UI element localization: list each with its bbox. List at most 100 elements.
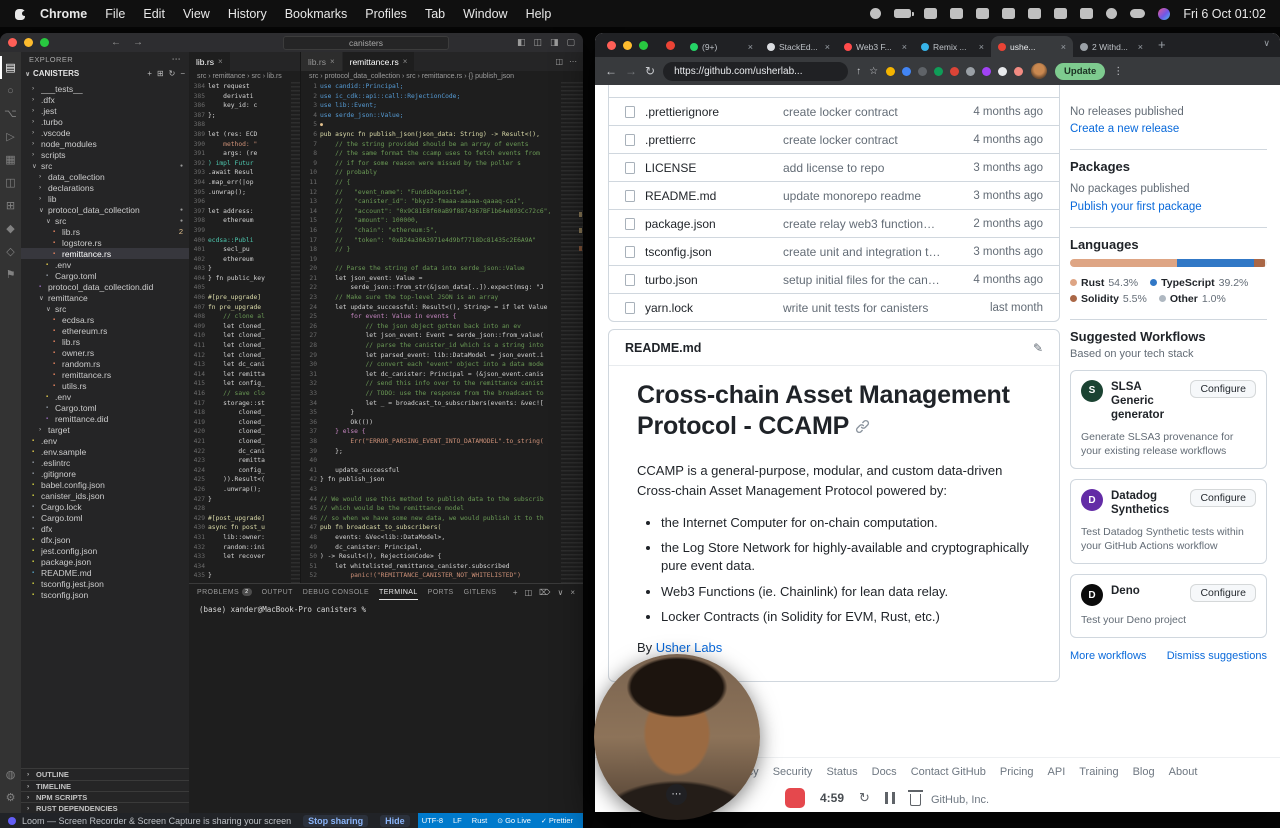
panel-tab-terminal[interactable]: TERMINAL xyxy=(379,584,418,600)
tree-file-env-sample[interactable]: ▪ .env.sample xyxy=(21,446,189,457)
tree-file-remittance-rs[interactable]: ▪ remittance.rs xyxy=(21,248,189,259)
volume-icon[interactable] xyxy=(1028,8,1042,19)
refresh-explorer-icon[interactable]: ↻ xyxy=(169,69,176,78)
publish-package-link[interactable]: Publish your first package xyxy=(1070,201,1267,213)
tree-file-ethereum-rs[interactable]: ▪ ethereum.rs xyxy=(21,325,189,336)
spotlight-icon[interactable] xyxy=(1106,8,1118,19)
extensions-icon[interactable]: ▦ xyxy=(0,148,21,171)
tree-folder-src[interactable]: ∨ src xyxy=(21,303,189,314)
tree-file-lib-rs[interactable]: ▪ lib.rs 2 xyxy=(21,226,189,237)
tree-folder-jest[interactable]: › .jest xyxy=(21,105,189,116)
nav-forward-icon[interactable]: → xyxy=(133,37,143,48)
tree-file-dfx[interactable]: ▪ dfx xyxy=(21,523,189,534)
docker-icon[interactable]: ◇ xyxy=(0,240,21,263)
kill-terminal-icon[interactable]: ⌦ xyxy=(539,588,550,597)
tree-file-env[interactable]: ▪ .env xyxy=(21,391,189,402)
tree-folder-remittance[interactable]: ∨ remittance xyxy=(21,292,189,303)
minimap[interactable] xyxy=(291,82,300,583)
file-name[interactable]: .prettierrc xyxy=(645,133,773,147)
toggle-sidebar-icon[interactable]: ◧ xyxy=(517,37,526,48)
menu-view[interactable]: View xyxy=(174,7,219,21)
file-row-tsconfig-json[interactable]: tsconfig.json create unit and integration… xyxy=(609,237,1059,265)
status-rust[interactable]: Rust xyxy=(472,816,487,825)
menu-tab[interactable]: Tab xyxy=(416,7,454,21)
file-name[interactable]: .prettierignore xyxy=(645,105,773,119)
tree-file-gitignore[interactable]: ▪ .gitignore xyxy=(21,468,189,479)
close-tab-icon[interactable]: × xyxy=(1061,42,1066,52)
terminal-content[interactable]: (base) xander@MacBook-Pro canisters % xyxy=(189,600,583,619)
language-typescript[interactable]: TypeScript 39.2% xyxy=(1150,277,1248,289)
tree-file-logstore-rs[interactable]: ▪ logstore.rs xyxy=(21,237,189,248)
commit-message[interactable]: create locker contract xyxy=(783,105,941,119)
commit-message[interactable]: create relay web3 functions and impleme.… xyxy=(783,217,941,231)
bookmarks-icon[interactable]: ⚑ xyxy=(0,263,21,286)
footer-link-blog[interactable]: Blog xyxy=(1133,766,1155,778)
camera-icon[interactable] xyxy=(976,8,990,19)
tree-folder-data-collection[interactable]: › data_collection xyxy=(21,171,189,182)
screen-mirroring-icon[interactable] xyxy=(924,8,938,19)
tree-file-tsconfig-json[interactable]: ▪ tsconfig.json xyxy=(21,589,189,600)
new-file-icon[interactable]: + xyxy=(147,69,152,78)
menu-profiles[interactable]: Profiles xyxy=(356,7,416,21)
editor-tab-remittance-rs[interactable]: remittance.rs × xyxy=(342,52,416,71)
file-name[interactable]: turbo.json xyxy=(645,273,773,287)
wifi-icon[interactable] xyxy=(1054,8,1068,19)
file-row-prettierignore[interactable]: .prettierignore create locker contract 4 m… xyxy=(609,97,1059,125)
zoom-window-button[interactable] xyxy=(639,41,648,50)
tree-file-remittance-rs[interactable]: ▪ remittance.rs xyxy=(21,369,189,380)
close-panel-icon[interactable]: × xyxy=(570,588,575,597)
configure-button[interactable]: Configure xyxy=(1190,489,1256,507)
file-name[interactable]: tsconfig.json xyxy=(645,245,773,259)
panel-tab-ports[interactable]: PORTS xyxy=(428,584,454,600)
menu-bookmarks[interactable]: Bookmarks xyxy=(276,7,357,21)
tree-file-lib-rs[interactable]: ▪ lib.rs xyxy=(21,336,189,347)
chrome-menu-icon[interactable]: ⋮ xyxy=(1113,66,1123,77)
nav-back-icon[interactable]: ← xyxy=(111,37,121,48)
commit-message[interactable]: update monorepo readme xyxy=(783,189,941,203)
menu-chrome[interactable]: Chrome xyxy=(31,7,96,21)
commit-message[interactable]: create locker contract xyxy=(783,133,941,147)
siri-icon[interactable] xyxy=(1158,7,1171,20)
explorer-icon[interactable]: ▤ xyxy=(0,56,21,79)
tree-file-env[interactable]: ▪ .env xyxy=(21,259,189,270)
update-chrome-button[interactable]: Update xyxy=(1055,62,1106,80)
menu-edit[interactable]: Edit xyxy=(134,7,174,21)
extension-icon[interactable] xyxy=(950,66,960,76)
profile-avatar[interactable] xyxy=(1031,63,1048,79)
file-row-turbo-json[interactable]: turbo.json setup initial files for the ca… xyxy=(609,265,1059,293)
menu-help[interactable]: Help xyxy=(517,7,561,21)
minimize-window-button[interactable] xyxy=(623,41,632,50)
section-npm-scripts[interactable]: › NPM SCRIPTS xyxy=(21,791,189,802)
code-lines[interactable]: let request derivati key_id: c}; let (res… xyxy=(208,82,291,583)
customize-layout-icon[interactable]: ▢ xyxy=(566,37,575,48)
extension-icon[interactable] xyxy=(982,66,992,76)
share-icon[interactable]: ↑ xyxy=(856,66,861,77)
panel-tab-problems[interactable]: PROBLEMS 2 xyxy=(197,584,252,600)
configure-button[interactable]: Configure xyxy=(1190,379,1256,398)
source-control-icon[interactable]: ⌥ xyxy=(0,102,21,125)
tree-folder-src[interactable]: ∨ src ● xyxy=(21,215,189,226)
menubar-clock[interactable]: Fri 6 Oct 01:02 xyxy=(1183,7,1266,21)
status-prettier[interactable]: ✓ Prettier xyxy=(541,816,573,825)
file-row-readme-md[interactable]: README.md update monorepo readme 3 months … xyxy=(609,181,1059,209)
tree-file-readme-md[interactable]: ▪ README.md xyxy=(21,567,189,578)
commit-message[interactable]: setup initial files for the canisters an… xyxy=(783,273,941,287)
account-icon[interactable]: ◍ xyxy=(0,763,21,786)
browser-tab-remix[interactable]: Remix ... × xyxy=(914,36,991,57)
footer-link-docs[interactable]: Docs xyxy=(872,766,897,778)
language-solidity[interactable]: Solidity 5.5% xyxy=(1070,293,1147,305)
project-root[interactable]: ∨ CANISTERS + ⊞ ↻ − xyxy=(21,67,189,80)
tree-file-cargo-lock[interactable]: ▪ Cargo.lock xyxy=(21,501,189,512)
tree-folder-node-modules[interactable]: › node_modules xyxy=(21,138,189,149)
close-tab-icon[interactable]: × xyxy=(218,57,223,66)
tree-file-owner-rs[interactable]: ▪ owner.rs xyxy=(21,347,189,358)
settings-gear-icon[interactable]: ⚙ xyxy=(0,786,21,809)
close-tab-icon[interactable]: × xyxy=(902,42,907,52)
more-workflows-link[interactable]: More workflows xyxy=(1070,650,1146,662)
language-other[interactable]: Other 1.0% xyxy=(1158,293,1226,305)
code-lines[interactable]: use candid::Principal; use ic_cdk::api::c… xyxy=(320,82,561,583)
footer-link-api[interactable]: API xyxy=(1048,766,1066,778)
reload-button[interactable]: ↻ xyxy=(645,64,655,78)
testing-icon[interactable]: ⊞ xyxy=(0,194,21,217)
tree-folder-src[interactable]: ∨ src ● xyxy=(21,160,189,171)
